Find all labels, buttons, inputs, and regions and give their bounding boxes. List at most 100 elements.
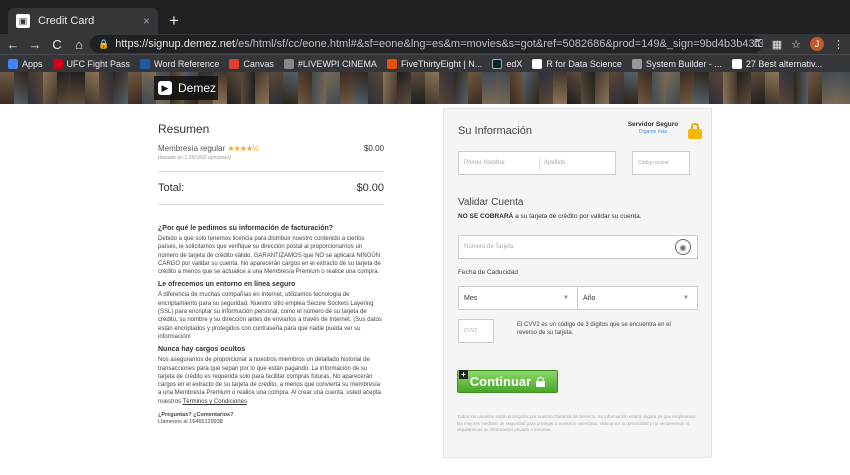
poster-thumb	[99, 72, 114, 104]
bookmark-label: System Builder - ...	[645, 58, 722, 69]
poster-thumb	[127, 72, 142, 104]
poster-thumb	[283, 72, 298, 104]
card-scan-icon: ◉	[675, 239, 691, 255]
no-charge-bold: NO SE COBRARÁ	[458, 213, 514, 220]
info-paragraph-why: Debido a que solo tenemos licencia para …	[158, 236, 381, 276]
wordreference-icon	[140, 58, 151, 69]
extension-icon[interactable]: ▦	[772, 38, 782, 51]
site-logo[interactable]: ▶ Demez	[154, 76, 218, 100]
poster-thumb	[538, 72, 553, 104]
secure-server-title: Servidor Seguro	[627, 121, 679, 128]
home-icon[interactable]: ⌂	[70, 37, 88, 52]
lock-icon	[536, 376, 546, 387]
membership-row: Membresía regular ★★★★½ (basado en 1,350…	[158, 144, 384, 161]
name-field-group: Primer Nombre Apellido	[458, 151, 616, 175]
bookmark-label: #LIVEWPI CINEMA	[297, 58, 377, 69]
divider	[158, 171, 384, 172]
bookmark-label: Word Reference	[154, 58, 220, 69]
poster-thumb	[410, 72, 426, 104]
bookmark-alternatives[interactable]: 27 Best alternativ...	[731, 58, 822, 69]
poster-thumb	[595, 72, 610, 104]
month-select[interactable]: Mes ▼	[458, 286, 578, 310]
postal-code-input[interactable]: Código postal	[632, 151, 690, 175]
poster-thumb	[14, 72, 29, 104]
info-heading-no-charges: Nunca hay cargos ocultos	[158, 346, 246, 354]
info-heading-secure: Le ofrecemos un entorno en línea seguro	[158, 281, 296, 289]
bookmark-ufc[interactable]: UFC Fight Pass	[52, 58, 131, 69]
poster-thumb	[453, 72, 468, 104]
total-row: Total: $0.00	[158, 182, 384, 194]
key-icon[interactable]: ⚿	[754, 38, 762, 51]
poster-thumb	[226, 72, 241, 104]
tab-close-icon[interactable]: ×	[143, 14, 150, 28]
ufc-icon	[52, 58, 63, 69]
poster-thumb	[751, 72, 766, 104]
bookmark-r4ds[interactable]: R for Data Science	[532, 58, 622, 69]
poster-thumb	[680, 72, 695, 104]
terms-link[interactable]: Términos y Condiciones	[183, 399, 247, 405]
bookmark-apps[interactable]: Apps	[8, 58, 43, 69]
poster-thumb	[85, 72, 100, 104]
poster-thumb	[240, 72, 256, 104]
bookmark-canvas[interactable]: Canvas	[229, 58, 274, 69]
continue-button[interactable]: + Continuar	[457, 370, 558, 393]
menu-icon[interactable]: ⋮	[833, 38, 844, 51]
bookmark-edx[interactable]: edX	[492, 58, 522, 69]
canvas-icon	[229, 58, 240, 69]
card-number-input[interactable]: Número de Tarjeta ◉	[458, 235, 698, 259]
info-paragraph-no-charges: Nos aseguramos de proporcionar a nuestro…	[158, 356, 384, 406]
profile-avatar[interactable]: J	[810, 37, 824, 51]
apps-icon	[8, 58, 18, 69]
poster-thumb	[439, 72, 454, 104]
address-bar[interactable]: 🔒 https://signup.demez.net/es/html/sf/cc…	[90, 35, 762, 53]
secure-more-link[interactable]: Dígame más	[622, 129, 684, 135]
poster-thumb	[382, 72, 397, 104]
bookmarks-bar: Apps UFC Fight Pass Word Reference Canva…	[0, 54, 850, 72]
first-name-input[interactable]: Primer Nombre	[464, 160, 540, 166]
bookmark-star-icon[interactable]: ☆	[791, 38, 801, 51]
poster-thumb	[637, 72, 652, 104]
reload-icon[interactable]: C	[48, 37, 66, 52]
no-charge-note: NO SE COBRARÁ a su tarjeta de crédito po…	[458, 213, 642, 220]
url-text: https://signup.demez.net/es/html/sf/cc/e…	[115, 38, 762, 50]
plus-icon: +	[459, 370, 468, 379]
fivethirtyeight-icon	[386, 58, 397, 69]
divider	[158, 204, 384, 205]
livewpi-icon	[283, 58, 294, 69]
bookmark-label: Canvas	[243, 58, 274, 69]
last-name-input[interactable]: Apellido	[544, 160, 565, 166]
edx-icon	[492, 58, 503, 69]
bookmark-system-builder[interactable]: System Builder - ...	[631, 58, 722, 69]
browser-tab[interactable]: ▣ Credit Card ×	[8, 8, 158, 34]
poster-strip	[0, 72, 850, 104]
year-select[interactable]: Año ▼	[578, 286, 698, 310]
bookmark-wordreference[interactable]: Word Reference	[140, 58, 220, 69]
bookmark-fivethirtyeight[interactable]: FiveThirtyEight | N...	[386, 58, 483, 69]
system-builder-icon	[631, 58, 642, 69]
poster-thumb	[807, 72, 822, 104]
form-title: Su Información	[458, 125, 532, 137]
new-tab-button[interactable]: +	[164, 11, 184, 31]
back-icon[interactable]: ←	[4, 37, 22, 52]
bookmark-label: FiveThirtyEight | N...	[400, 58, 483, 69]
info-p3-text: Nos aseguramos de proporcionar a nuestro…	[158, 357, 381, 405]
poster-thumb	[340, 72, 355, 104]
chevron-down-icon: ▼	[563, 295, 569, 301]
poster-thumb	[510, 72, 525, 104]
poster-thumb	[325, 72, 341, 104]
poster-thumb	[765, 72, 780, 104]
bookmark-label: UFC Fight Pass	[66, 58, 131, 69]
cvv-input[interactable]: CVV2	[458, 319, 494, 343]
poster-thumb	[736, 72, 752, 104]
phone-text: Llámenos al 16465129938	[158, 419, 223, 426]
total-value: $0.00	[356, 182, 384, 194]
summary-title: Resumen	[158, 122, 210, 136]
poster-thumb	[821, 72, 837, 104]
lock-icon[interactable]: 🔒	[98, 39, 109, 50]
browser-toolbar: ← → C ⌂ 🔒 https://signup.demez.net/es/ht…	[0, 34, 850, 54]
bookmark-livewpi[interactable]: #LIVEWPI CINEMA	[283, 58, 377, 69]
forward-icon[interactable]: →	[26, 37, 44, 52]
order-summary: Resumen Membresía regular ★★★★½ (basado …	[158, 122, 384, 205]
year-value: Año	[583, 294, 596, 302]
poster-thumb	[496, 72, 511, 104]
